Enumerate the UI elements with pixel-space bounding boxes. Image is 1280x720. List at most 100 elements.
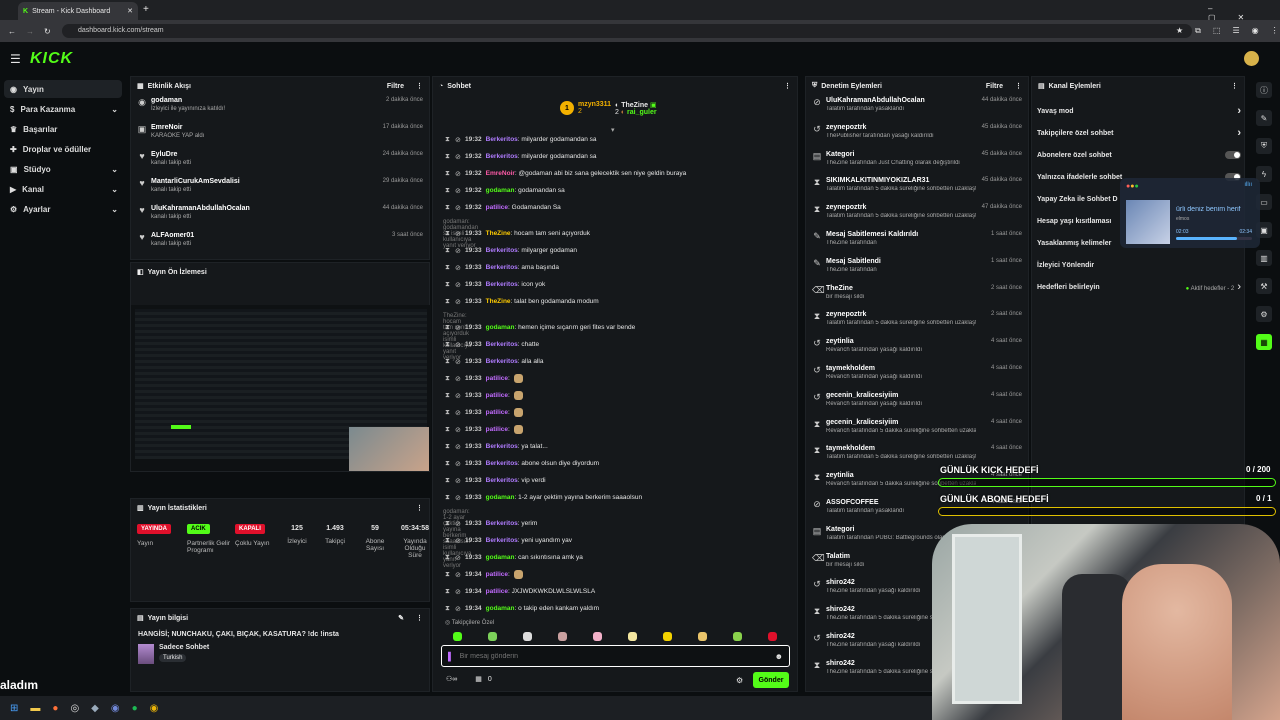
timeout-icon[interactable]: ⧗	[445, 341, 451, 349]
edit-icon[interactable]: ✎	[398, 614, 404, 622]
filter-button[interactable]: Filtre	[986, 83, 1003, 90]
chat-username[interactable]: patilice	[486, 409, 508, 416]
timeout-icon[interactable]: ⧗	[445, 281, 451, 289]
channel-action-item[interactable]: Yavaş mod ›	[1033, 100, 1241, 122]
emote-icon[interactable]	[488, 631, 497, 641]
more-icon[interactable]: ⋮	[416, 504, 423, 512]
activity-item[interactable]: ♥ UluKahramanAbdullahOcalan kanalı takip e…	[131, 203, 429, 230]
chat-message[interactable]: ⧗ ⊘ 19:32 Berkeritos: milyarder godamandan …	[437, 148, 792, 165]
activity-user[interactable]: MantarliCurukAmSevdalisi	[151, 178, 379, 185]
chat-username[interactable]: Berkeritos	[486, 358, 518, 365]
chat-username[interactable]: TheZine	[486, 230, 511, 237]
ban-icon[interactable]: ⊘	[455, 494, 461, 502]
chat-message[interactable]: ⧗ ⊘ 19:34 patilice: JXJWDKWKDLWLSLWLSLA	[437, 583, 792, 600]
chat-message[interactable]: ⧗ ⊘ 19:33 TheZine: talat ben godamanda modu…	[437, 293, 792, 310]
timeout-icon[interactable]: ⧗	[445, 588, 451, 596]
chat-username[interactable]: Berkeritos	[486, 537, 518, 544]
mod-action-item[interactable]: ↺ zeynepoztrk ThePublisher tarafından yasa…	[806, 122, 1028, 149]
chat-message[interactable]: ⧗ ⊘ 19:33 patilice:	[437, 387, 792, 404]
timeout-icon[interactable]: ⧗	[445, 571, 451, 579]
chat-username[interactable]: patilice	[486, 571, 508, 578]
chat-username[interactable]: patilice	[486, 204, 508, 211]
timeout-icon[interactable]: ⧗	[445, 477, 451, 485]
ban-icon[interactable]: ⊘	[455, 298, 461, 306]
chat-input-box[interactable]: ▌ ☻	[441, 645, 790, 667]
ban-icon[interactable]: ⊘	[455, 554, 461, 562]
chat-username[interactable]: Berkeritos	[486, 264, 518, 271]
ban-icon[interactable]: ⊘	[455, 520, 461, 528]
firefox-icon[interactable]: ●	[52, 703, 58, 714]
activity-item[interactable]: ♥ ALFAomer01 kanalı takip etti 3 saat önce	[131, 230, 429, 257]
chat-message[interactable]: ⧗ ⊘ 19:33 Berkeritos: ya talat...	[437, 438, 792, 455]
chat-message[interactable]: ⧗ ⊘ 19:33 patilice:	[437, 421, 792, 438]
gift-count-icon[interactable]: ▦	[475, 675, 482, 683]
mod-action-item[interactable]: ↺ taymekholdem Revanch tarafından yasağı k…	[806, 363, 1028, 390]
chrome-icon[interactable]: ◉	[150, 703, 159, 714]
chat-username[interactable]: godaman	[486, 187, 515, 194]
chat-settings-icon[interactable]: ⚙	[736, 676, 743, 685]
emote-icon[interactable]	[558, 631, 567, 641]
chat-message[interactable]: ⧗ ⊘ 19:32 patilice: Godamandan Sa	[437, 199, 792, 216]
ban-icon[interactable]: ⊘	[455, 409, 461, 417]
activity-user[interactable]: UluKahramanAbdullahOcalan	[151, 205, 379, 212]
chat-username[interactable]: patilice	[486, 588, 508, 595]
mod-action-item[interactable]: ⧗ zeynepoztrk Talatim tarafından 5 dakika …	[806, 202, 1028, 229]
chat-username[interactable]: EmreNoir	[486, 170, 515, 177]
activity-user[interactable]: EyluDre	[151, 151, 379, 158]
chat-message[interactable]: ⧗ ⊘ 19:32 godaman: godamandan sa	[437, 182, 792, 199]
mod-action-item[interactable]: ▤ Kategori TheZine tarafından Just Chattin…	[806, 149, 1028, 176]
nav-item-studyo[interactable]: ▣ Stüdyo ⌄	[0, 160, 128, 178]
chat-input[interactable]	[459, 652, 769, 660]
gear-icon[interactable]: ⚙	[1256, 306, 1272, 322]
kick-logo[interactable]: KICK	[30, 50, 73, 68]
timeout-icon[interactable]: ⧗	[445, 605, 451, 613]
stream-preview-video[interactable]	[131, 305, 431, 471]
mod-action-item[interactable]: ↺ gecenin_kralicesiyiim Revanch tarafından…	[806, 390, 1028, 417]
ban-icon[interactable]: ⊘	[455, 281, 461, 289]
more-icon[interactable]: ⋮	[1231, 82, 1238, 90]
emote-icon[interactable]	[523, 631, 532, 641]
ban-icon[interactable]: ⊘	[455, 571, 461, 579]
chat-message[interactable]: ⧗ ⊘ 19:33 Berkeritos: chatte	[437, 336, 792, 353]
filter-button[interactable]: Filtre	[387, 83, 404, 90]
poll-icon[interactable]: ▥	[1256, 250, 1272, 266]
ban-icon[interactable]: ⊘	[455, 605, 461, 613]
new-tab-button[interactable]: +	[143, 4, 149, 15]
ban-icon[interactable]: ⊘	[455, 426, 461, 434]
media-player-widget[interactable]: ●●● ıllıı ürli deniz benim herif elmos 0…	[1120, 178, 1260, 248]
chat-message[interactable]: ⧗ ⊘ 19:33 Berkeritos: yeni uyandım yav	[437, 532, 792, 549]
spotify-icon[interactable]: ●	[132, 703, 138, 714]
category-name[interactable]: Sadece Sohbet	[159, 644, 209, 651]
chat-username[interactable]: patilice	[486, 426, 508, 433]
activity-item[interactable]: ♥ MantarliCurukAmSevdalisi kanalı takip et…	[131, 176, 429, 203]
mic-icon[interactable]: ▌	[448, 652, 454, 661]
emote-icon[interactable]	[733, 631, 742, 641]
chat-message[interactable]: ⧗ ⊘ 19:33 patilice:	[437, 404, 792, 421]
shield-icon[interactable]: ⛨	[1256, 138, 1272, 154]
timeout-icon[interactable]: ⧗	[445, 460, 451, 468]
ban-icon[interactable]: ⊘	[455, 460, 461, 468]
steam-icon[interactable]: ◆	[91, 703, 99, 714]
chat-message[interactable]: ⧗ ⊘ 19:33 patilice:	[437, 370, 792, 387]
timeout-icon[interactable]: ⧗	[445, 443, 451, 451]
address-bar[interactable]: dashboard.kick.com/stream	[62, 24, 1192, 38]
timeout-icon[interactable]: ⧗	[445, 247, 451, 255]
ban-icon[interactable]: ⊘	[455, 588, 461, 596]
activity-item[interactable]: ▣ EmreNoir KARAOKE YAP aldı 17 dakika önce	[131, 122, 429, 149]
chat-message[interactable]: ⧗ ⊘ 19:33 Berkeritos: ama başında	[437, 259, 792, 276]
emote-icon[interactable]	[453, 631, 462, 641]
channel-action-item[interactable]: Takipçilere özel sohbet ›	[1033, 122, 1241, 144]
nav-item-basarilar[interactable]: ♛ Başarılar	[0, 120, 128, 138]
timeout-icon[interactable]: ⧗	[445, 409, 451, 417]
file-explorer-icon[interactable]: ▬	[30, 703, 40, 714]
discord-icon[interactable]: ◉	[111, 703, 120, 714]
timeout-icon[interactable]: ⧗	[445, 298, 451, 306]
ban-icon[interactable]: ⊘	[455, 204, 461, 212]
windows-start-icon[interactable]: ⊞	[10, 703, 18, 714]
more-icon[interactable]: ⋮	[416, 82, 423, 90]
chat-message[interactable]: ⧗ ⊘ 19:33 Berkeritos: alla alla	[437, 353, 792, 370]
channel-action-item[interactable]: Abonelere özel sohbet	[1033, 144, 1241, 166]
ban-icon[interactable]: ⊘	[455, 341, 461, 349]
mod-action-item[interactable]: ⊘ UluKahramanAbdullahOcalan Talatim tarafı…	[806, 95, 1028, 122]
forward-icon[interactable]: →	[26, 27, 34, 36]
